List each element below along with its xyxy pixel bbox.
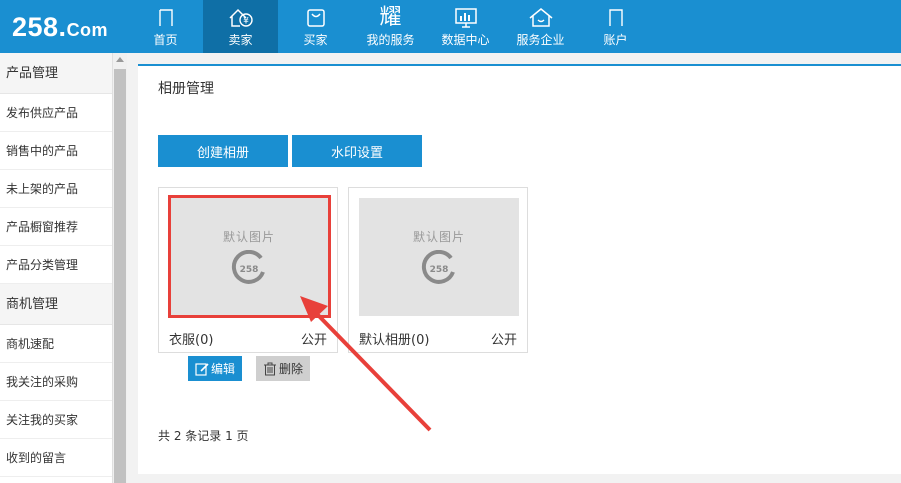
home-icon <box>158 5 174 31</box>
album-name[interactable]: 衣服(0) <box>169 329 213 348</box>
trash-icon <box>263 362 276 375</box>
sidebar-item-category[interactable]: 产品分类管理 <box>0 246 112 284</box>
sidebar-item-followed-purchases[interactable]: 我关注的采购 <box>0 363 112 401</box>
nav-service-enterprise[interactable]: 服务企业 <box>503 0 578 53</box>
scroll-up-arrow-icon[interactable] <box>116 57 124 62</box>
sidebar-item-match[interactable]: 商机速配 <box>0 325 112 363</box>
logo-text: 258. <box>12 12 67 42</box>
delete-album-button[interactable]: 删除 <box>256 356 310 381</box>
data-chart-icon <box>454 5 478 31</box>
service-glyph-icon: 耀 <box>379 5 402 30</box>
create-album-button[interactable]: 创建相册 <box>158 135 288 167</box>
nav-seller-label: 卖家 <box>228 33 253 47</box>
sidebar-group-business[interactable]: 商机管理 <box>0 284 112 325</box>
album-name[interactable]: 默认相册(0) <box>359 329 429 348</box>
highlight-box <box>168 195 331 318</box>
pagination-info: 共 2 条记录 1 页 <box>158 429 249 443</box>
main-nav: 首页 ¥ 卖家 买家 耀 我的服务 数据中心 服务企业 账户 <box>128 0 653 53</box>
placeholder-text: 默认图片 <box>412 230 465 244</box>
nav-seller[interactable]: ¥ 卖家 <box>203 0 278 53</box>
svg-text:258: 258 <box>430 265 449 275</box>
svg-text:¥: ¥ <box>243 17 249 27</box>
edit-label: 编辑 <box>210 362 235 376</box>
top-nav-bar: 258.Com 首页 ¥ 卖家 买家 耀 我的服务 数据中心 服务企业 账户 <box>0 0 901 53</box>
sidebar-item-on-sale[interactable]: 销售中的产品 <box>0 132 112 170</box>
page-title: 相册管理 <box>158 81 214 97</box>
scrollbar-thumb[interactable] <box>114 69 126 483</box>
album-card: 默认图片 258 默认相册(0) 公开 <box>348 187 528 353</box>
nav-service-enterprise-label: 服务企业 <box>516 33 565 47</box>
seller-icon: ¥ <box>227 5 255 31</box>
sidebar-item-messages[interactable]: 收到的留言 <box>0 439 112 477</box>
album-visibility: 公开 <box>490 333 517 348</box>
brand-258-icon: 258 <box>421 250 455 284</box>
nav-account[interactable]: 账户 <box>578 0 653 53</box>
sidebar-item-followers[interactable]: 关注我的买家 <box>0 401 112 439</box>
enterprise-home-icon <box>528 5 554 31</box>
nav-my-service-label: 我的服务 <box>366 33 415 47</box>
album-actions: 编辑 删除 <box>188 356 310 381</box>
album-cover-image[interactable]: 默认图片 258 <box>359 198 519 316</box>
watermark-settings-button[interactable]: 水印设置 <box>292 135 422 167</box>
sidebar-item-not-listed[interactable]: 未上架的产品 <box>0 170 112 208</box>
sidebar-item-showcase[interactable]: 产品橱窗推荐 <box>0 208 112 246</box>
account-icon <box>608 5 624 31</box>
buyer-bag-icon <box>306 5 326 31</box>
site-logo[interactable]: 258.Com <box>12 10 108 44</box>
logo-com-text: Com <box>66 20 109 40</box>
nav-data-center-label: 数据中心 <box>441 33 490 47</box>
edit-album-button[interactable]: 编辑 <box>188 356 242 381</box>
nav-home[interactable]: 首页 <box>128 0 203 53</box>
sidebar-item-publish-product[interactable]: 发布供应产品 <box>0 94 112 132</box>
nav-account-label: 账户 <box>603 33 628 47</box>
nav-buyer-label: 买家 <box>303 33 328 47</box>
album-visibility: 公开 <box>300 333 327 348</box>
sidebar: 产品管理 发布供应产品 销售中的产品 未上架的产品 产品橱窗推荐 产品分类管理 … <box>0 53 113 483</box>
sidebar-group-product[interactable]: 产品管理 <box>0 53 112 94</box>
nav-data-center[interactable]: 数据中心 <box>428 0 503 53</box>
nav-home-label: 首页 <box>153 33 178 47</box>
nav-my-service[interactable]: 耀 我的服务 <box>353 0 428 53</box>
nav-buyer[interactable]: 买家 <box>278 0 353 53</box>
edit-icon <box>195 362 209 376</box>
delete-label: 删除 <box>278 362 303 376</box>
sidebar-scrollbar[interactable] <box>113 53 127 483</box>
